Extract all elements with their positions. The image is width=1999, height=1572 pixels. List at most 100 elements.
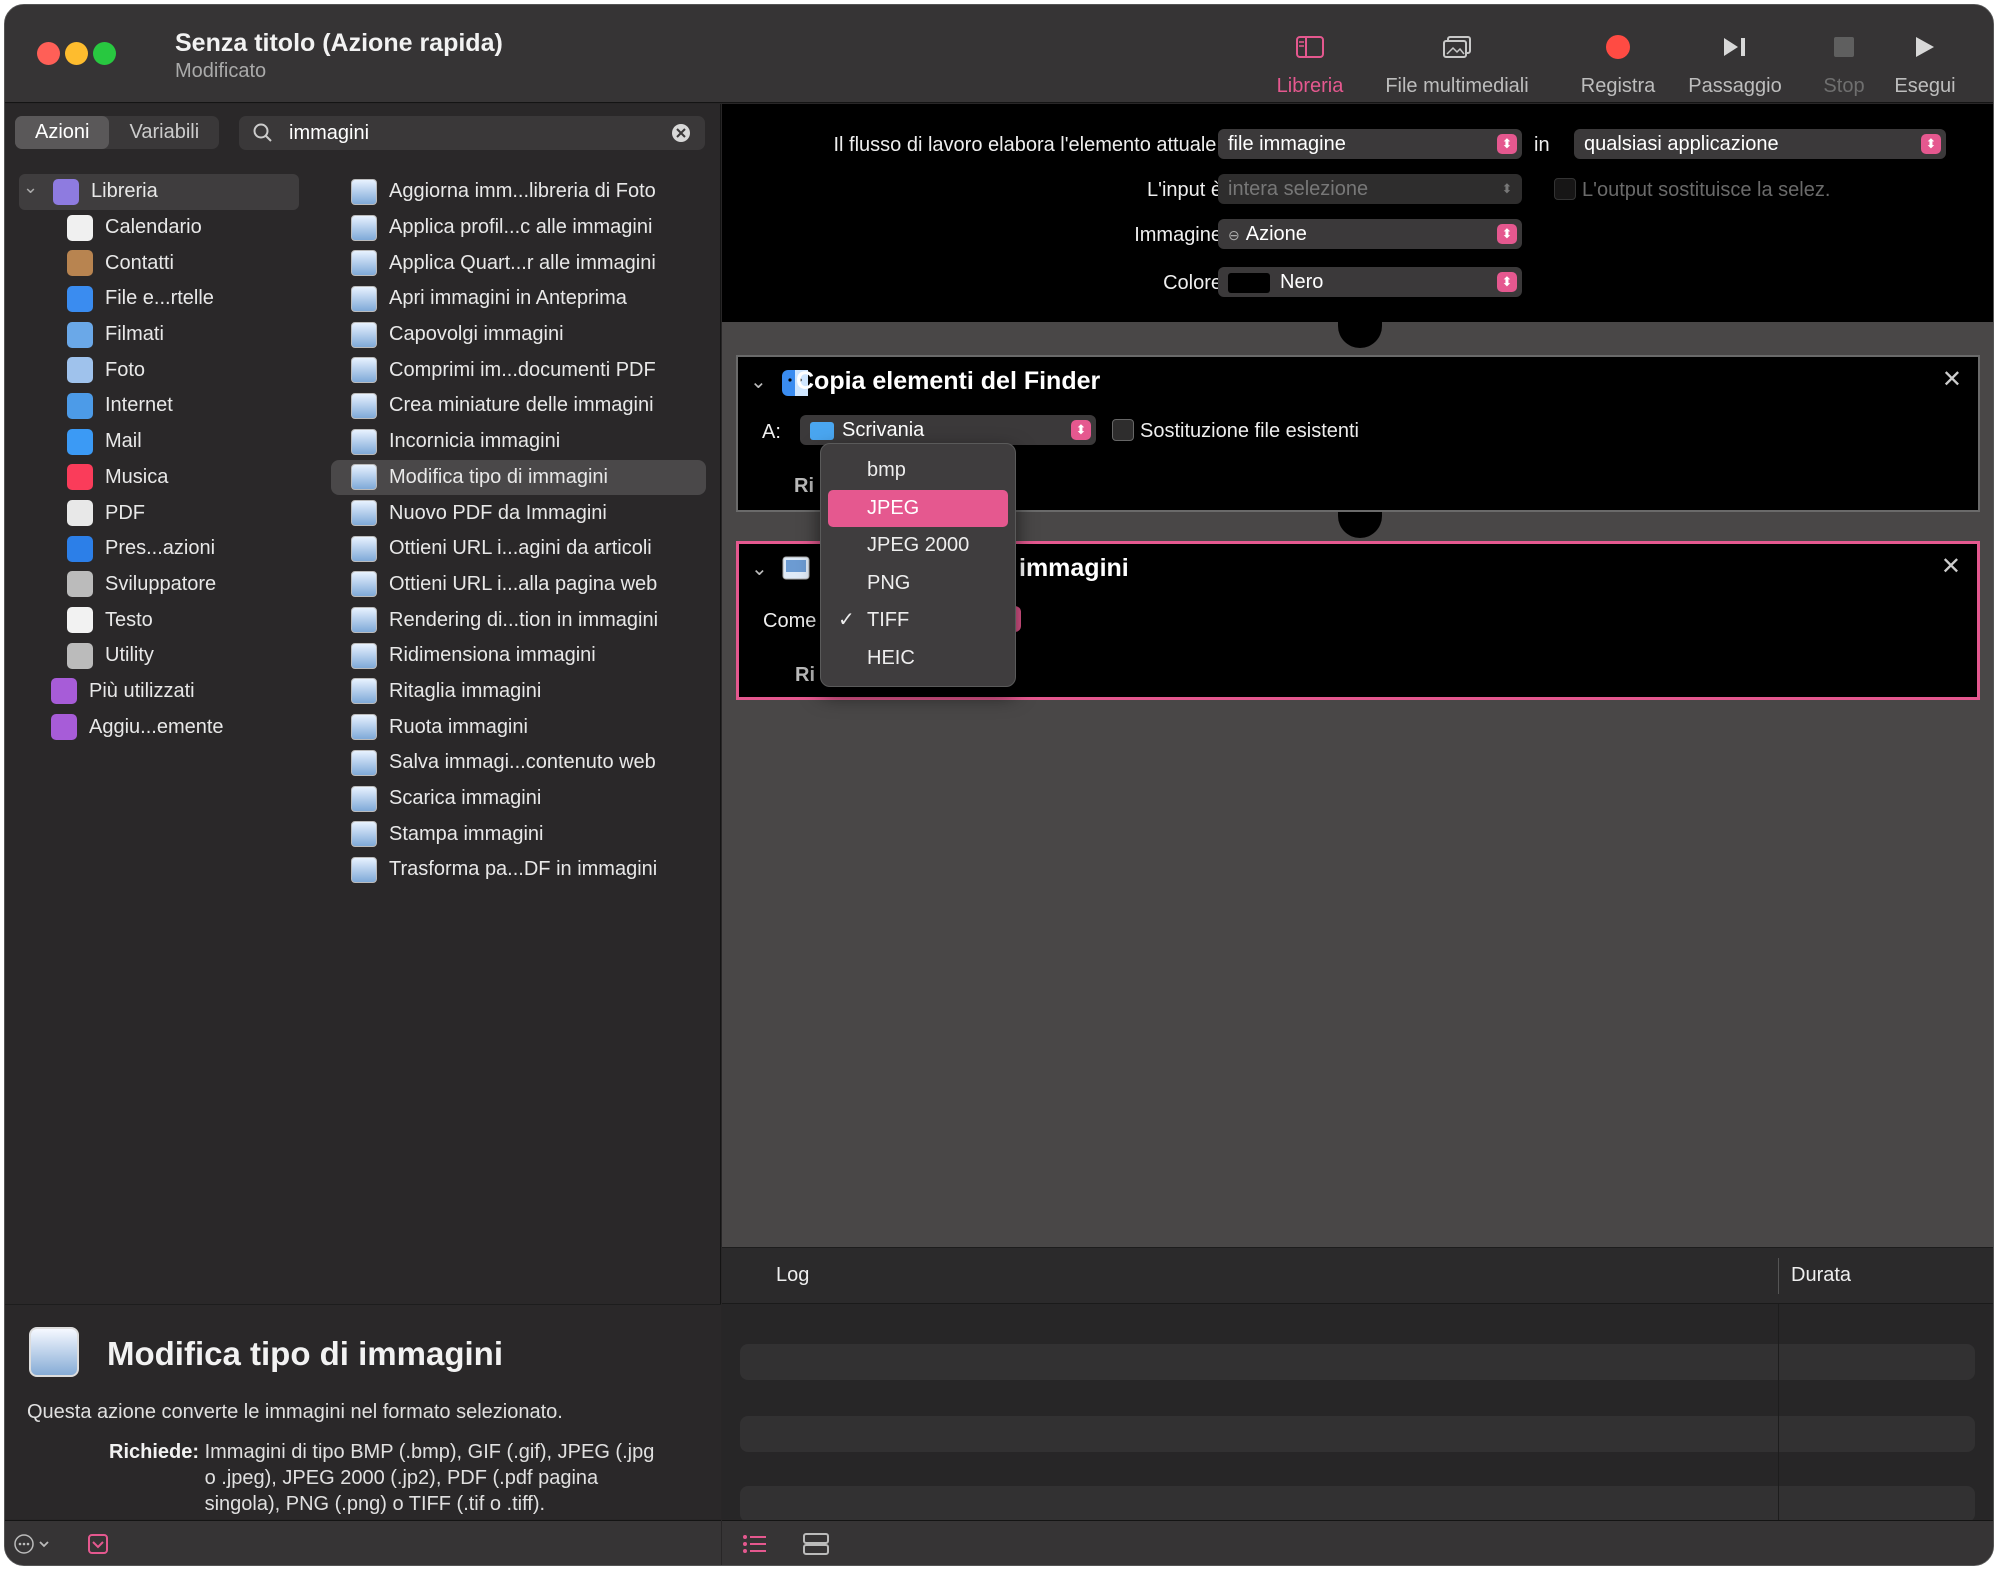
clear-search-icon[interactable] — [671, 123, 691, 143]
disclosure-chevron-icon[interactable]: ⌄ — [23, 177, 45, 198]
library-item-label: Pres...azioni — [105, 537, 216, 560]
tab-actions[interactable]: Azioni — [15, 116, 110, 149]
window-title: Senza titolo (Azione rapida) — [175, 29, 503, 57]
music-icon — [67, 464, 93, 491]
globe-icon — [67, 392, 93, 419]
library-item[interactable]: ⌄ Libreria — [19, 174, 299, 210]
application-popup[interactable]: qualsiasi applicazione ⬍ — [1574, 129, 1946, 159]
zoom-window-button[interactable] — [93, 42, 116, 65]
dropdown-option[interactable]: HEIC — [828, 640, 1008, 678]
collapse-chevron-icon[interactable]: ⌄ — [751, 556, 768, 581]
dropdown-option[interactable]: ✓ TIFF — [828, 602, 1008, 640]
library-item[interactable]: Foto — [19, 352, 299, 388]
action-list-item[interactable]: Comprimi im...documenti PDF — [331, 352, 706, 388]
library-item[interactable]: PDF — [19, 495, 299, 531]
library-item[interactable]: Mail — [19, 424, 299, 460]
close-action-icon[interactable]: ✕ — [1942, 365, 1962, 394]
dropdown-option[interactable]: JPEG 2000 — [828, 527, 1008, 565]
library-item[interactable]: Calendario — [19, 210, 299, 246]
action-list-item-label: Crea miniature delle immagini — [389, 394, 654, 417]
action-list-item[interactable]: Crea miniature delle immagini — [331, 388, 706, 424]
action-list-item-label: Ottieni URL i...alla pagina web — [389, 572, 658, 595]
dropdown-option[interactable]: PNG — [828, 565, 1008, 603]
checkmark-icon: ✓ — [838, 609, 855, 631]
action-list-item[interactable]: Trasforma pa...DF in immagini — [331, 852, 706, 888]
action-list-item[interactable]: Salva immagi...contenuto web — [331, 745, 706, 781]
destination-label: A: — [762, 421, 781, 443]
split-view-icon[interactable] — [802, 1532, 830, 1556]
library-item[interactable]: Pres...azioni — [19, 531, 299, 567]
tools-icon — [67, 571, 93, 598]
dropdown-option-label: JPEG 2000 — [867, 534, 970, 556]
dropdown-option-label: bmp — [867, 459, 906, 481]
library-item[interactable]: Musica — [19, 460, 299, 496]
action-list-item[interactable]: Ottieni URL i...alla pagina web — [331, 567, 706, 603]
search-field[interactable]: immagini — [239, 116, 705, 150]
action-list-item[interactable]: Nuovo PDF da Immagini — [331, 495, 706, 531]
minimize-window-button[interactable] — [65, 42, 88, 65]
more-options-icon[interactable] — [13, 1533, 53, 1555]
library-item[interactable]: Filmati — [19, 317, 299, 353]
library-item[interactable]: Contatti — [19, 245, 299, 281]
library-item[interactable]: File e...rtelle — [19, 281, 299, 317]
library-item[interactable]: Sviluppatore — [19, 567, 299, 603]
library-item[interactable]: Internet — [19, 388, 299, 424]
library-item[interactable]: Testo — [19, 602, 299, 638]
library-item[interactable]: Utility — [19, 638, 299, 674]
action-list-item[interactable]: Ritaglia immagini — [331, 674, 706, 710]
list-view-icon[interactable] — [742, 1533, 768, 1555]
results-toggle[interactable]: Ri — [795, 664, 815, 687]
library-item-label: Internet — [105, 394, 173, 417]
close-action-icon[interactable]: ✕ — [1941, 552, 1961, 581]
receives-popup[interactable]: file immagine ⬍ — [1218, 129, 1522, 159]
chevron-updown-icon: ⬍ — [1497, 134, 1517, 154]
dropdown-option[interactable]: JPEG — [828, 489, 1008, 527]
description-toggle-icon[interactable] — [87, 1533, 109, 1555]
dropdown-option-label: PNG — [867, 571, 911, 594]
library-item-label: Utility — [105, 644, 154, 667]
action-list-item[interactable]: Ridimensiona immagini — [331, 638, 706, 674]
chevron-updown-icon: ⬍ — [1921, 134, 1941, 154]
image-action-icon — [351, 428, 377, 455]
collapse-chevron-icon[interactable]: ⌄ — [750, 369, 767, 394]
action-list-item[interactable]: Capovolgi immagini — [331, 317, 706, 353]
library-item-label: Calendario — [105, 216, 202, 239]
action-list-item[interactable]: Modifica tipo di immagini — [331, 459, 706, 496]
action-list-item[interactable]: Ruota immagini — [331, 709, 706, 745]
image-popup[interactable]: ⊖ Azione ⬍ — [1218, 219, 1522, 249]
library-item[interactable]: Aggiu...emente — [19, 709, 299, 745]
action-list-item[interactable]: Incornicia immagini — [331, 424, 706, 460]
close-window-button[interactable] — [37, 42, 60, 65]
mail-icon — [67, 428, 93, 455]
replace-files-checkbox[interactable] — [1112, 419, 1134, 441]
library-item[interactable]: Più utilizzati — [19, 674, 299, 710]
folder-icon — [810, 421, 834, 440]
action-list-item[interactable]: Apri immagini in Anteprima — [331, 281, 706, 317]
image-action-icon — [351, 642, 377, 669]
output-replaces-label: L'output sostituisce la selez. — [1582, 179, 1831, 201]
action-list-item[interactable]: Applica Quart...r alle immagini — [331, 245, 706, 281]
color-popup[interactable]: Nero ⬍ — [1218, 267, 1522, 297]
requirements: Richiede: Immagini di tipo BMP (.bmp), G… — [109, 1439, 689, 1517]
action-list-item[interactable]: Stampa immagini — [331, 816, 706, 852]
image-action-icon — [351, 464, 377, 491]
toolbar-media-button[interactable]: File multimediali — [1367, 27, 1547, 98]
folder-icon — [51, 714, 77, 741]
tab-variables[interactable]: Variabili — [109, 116, 219, 149]
log-column-header[interactable]: Log — [776, 1264, 809, 1287]
library-item-label: Più utilizzati — [89, 679, 195, 702]
action-list-item-label: Comprimi im...documenti PDF — [389, 358, 656, 381]
action-list-item[interactable]: Rendering di...tion in immagini — [331, 602, 706, 638]
duration-column-header[interactable]: Durata — [1791, 1264, 1851, 1287]
action-title: Copia elementi del Finder — [796, 367, 1101, 395]
dropdown-option[interactable]: bmp — [828, 452, 1008, 490]
action-list-item[interactable]: Ottieni URL i...agini da articoli — [331, 531, 706, 567]
results-toggle[interactable]: Ri — [794, 475, 814, 498]
toolbar-run-button[interactable]: Esegui — [1850, 27, 1993, 98]
action-list-item[interactable]: Aggiorna imm...libreria di Foto — [331, 174, 706, 210]
destination-popup[interactable]: Scrivania ⬍ — [800, 415, 1096, 445]
action-list-item[interactable]: Scarica immagini — [331, 781, 706, 817]
in-label: in — [1534, 134, 1550, 156]
action-list-item[interactable]: Applica profil...c alle immagini — [331, 210, 706, 246]
workflow-area: Il flusso di lavoro elabora l'elemento a… — [722, 104, 1993, 1522]
